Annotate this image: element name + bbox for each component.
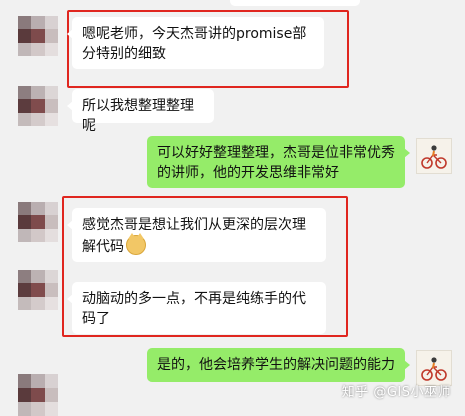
contact-avatar[interactable] xyxy=(18,16,58,56)
message-text: 感觉杰哥是想让我们从更深的层次理解代码 xyxy=(82,217,306,255)
cat-face-icon xyxy=(126,233,146,255)
contact-avatar[interactable] xyxy=(18,202,58,242)
previous-message-edge xyxy=(230,0,360,6)
my-avatar[interactable] xyxy=(416,138,452,174)
cyclist-icon xyxy=(421,145,447,169)
message-text: 所以我想整理整理呢 xyxy=(82,98,194,134)
watermark: 知乎 @GIS小巫师 xyxy=(341,385,451,400)
message-bubble[interactable]: 可以好好整理整理，杰哥是位非常优秀的讲师，他的开发思维非常好 xyxy=(147,136,410,188)
cyclist-icon xyxy=(421,357,447,381)
message-bubble[interactable]: 感觉杰哥是想让我们从更深的层次理解代码 xyxy=(67,208,326,262)
message-text: 可以好好整理整理，杰哥是位非常优秀的讲师，他的开发思维非常好 xyxy=(157,145,395,181)
contact-avatar[interactable] xyxy=(18,374,58,416)
message-text: 嗯呢老师，今天杰哥讲的promise部分特别的细致 xyxy=(82,26,307,62)
message-bubble[interactable]: 嗯呢老师，今天杰哥讲的promise部分特别的细致 xyxy=(67,17,324,69)
message-bubble[interactable]: 动脑动的多一点，不再是纯练手的代码了 xyxy=(67,282,326,334)
message-bubble[interactable]: 所以我想整理整理呢 xyxy=(67,89,214,134)
contact-avatar[interactable] xyxy=(18,86,58,126)
message-text: 是的，他会培养学生的解决问题的能力 xyxy=(157,357,395,373)
message-text: 动脑动的多一点，不再是纯练手的代码了 xyxy=(82,291,306,327)
contact-avatar[interactable] xyxy=(18,270,58,310)
message-bubble[interactable]: 是的，他会培养学生的解决问题的能力 xyxy=(147,348,410,382)
